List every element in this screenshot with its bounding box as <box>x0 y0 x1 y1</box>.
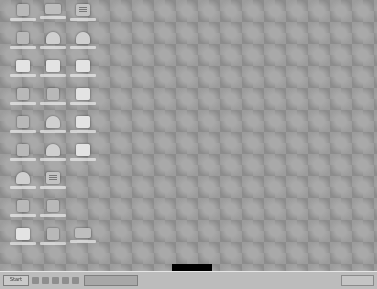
folder-icon <box>76 88 90 100</box>
icon-label <box>40 16 66 19</box>
taskbar-button[interactable] <box>84 275 138 286</box>
icon-label <box>40 74 66 77</box>
icon-label <box>10 102 36 105</box>
icon-label <box>70 74 96 77</box>
icon-label <box>10 74 36 77</box>
icon-label <box>10 214 36 217</box>
icon-label <box>70 102 96 105</box>
desktop-icon[interactable] <box>38 172 68 198</box>
icon-label <box>10 158 36 161</box>
icon-label <box>40 186 66 189</box>
folder-icon <box>16 228 30 240</box>
icon-label <box>40 46 66 49</box>
recycle-bin-icon <box>76 4 90 16</box>
icon-label <box>70 46 96 49</box>
icon-label <box>40 102 66 105</box>
app-icon <box>16 172 30 184</box>
desktop-icon[interactable] <box>38 88 68 114</box>
app-icon <box>47 88 59 100</box>
app-icon <box>17 116 29 128</box>
desktop-icon[interactable] <box>68 144 98 170</box>
desktop-icon-grid <box>6 4 106 254</box>
app-icon <box>17 88 29 100</box>
quick-launch-icon[interactable] <box>52 277 59 284</box>
folder-icon <box>76 60 90 72</box>
start-button[interactable]: Start <box>3 275 29 286</box>
desktop-icon[interactable] <box>8 32 38 58</box>
desktop-icon[interactable] <box>38 4 68 30</box>
app-icon <box>46 116 60 128</box>
icon-label <box>70 18 96 21</box>
system-tray <box>341 275 374 286</box>
icon-label <box>70 158 96 161</box>
desktop-icon[interactable] <box>68 88 98 114</box>
icon-label <box>10 130 36 133</box>
icon-label <box>40 214 66 217</box>
desktop-icon[interactable] <box>68 60 98 86</box>
desktop-icon[interactable] <box>8 144 38 170</box>
app-icon <box>46 172 60 184</box>
app-icon <box>17 200 29 212</box>
app-icon <box>17 144 29 156</box>
desktop-icon[interactable] <box>38 32 68 58</box>
taskbar: Start <box>0 271 377 289</box>
app-icon <box>46 144 60 156</box>
desktop-icon[interactable] <box>8 228 38 254</box>
app-icon <box>46 32 60 44</box>
icon-label <box>10 46 36 49</box>
app-icon <box>47 228 59 240</box>
folder-icon <box>16 60 30 72</box>
app-icon <box>76 32 90 44</box>
icon-label <box>10 186 36 189</box>
desktop-icon[interactable] <box>8 4 38 30</box>
quick-launch-icon[interactable] <box>42 277 49 284</box>
app-icon <box>75 228 91 238</box>
desktop-icon[interactable] <box>68 4 98 30</box>
desktop-icon[interactable] <box>68 116 98 142</box>
icon-label <box>70 240 96 243</box>
folder-icon <box>76 116 90 128</box>
icon-label <box>10 242 36 245</box>
icon-label <box>70 130 96 133</box>
app-icon <box>17 32 29 44</box>
desktop-icon[interactable] <box>8 60 38 86</box>
my-computer-icon <box>17 4 29 16</box>
desktop-icon[interactable] <box>38 60 68 86</box>
icon-label <box>10 18 36 21</box>
desktop-icon[interactable] <box>38 116 68 142</box>
quick-launch-icon[interactable] <box>32 277 39 284</box>
desktop-icon[interactable] <box>68 228 98 254</box>
icon-label <box>40 242 66 245</box>
icon-label <box>40 158 66 161</box>
quick-launch-icon[interactable] <box>62 277 69 284</box>
folder-icon <box>46 60 60 72</box>
quick-launch-icon[interactable] <box>72 277 79 284</box>
icon-label <box>40 130 66 133</box>
folder-icon <box>76 144 90 156</box>
desktop-icon[interactable] <box>8 172 38 198</box>
desktop-icon[interactable] <box>8 88 38 114</box>
desktop-icon[interactable] <box>38 200 68 226</box>
desktop-icon[interactable] <box>38 144 68 170</box>
desktop-icon[interactable] <box>38 228 68 254</box>
desktop-icon[interactable] <box>68 32 98 58</box>
desktop-icon[interactable] <box>8 200 38 226</box>
network-icon <box>45 4 61 14</box>
desktop-icon[interactable] <box>8 116 38 142</box>
desktop <box>0 0 377 271</box>
app-icon <box>47 200 59 212</box>
